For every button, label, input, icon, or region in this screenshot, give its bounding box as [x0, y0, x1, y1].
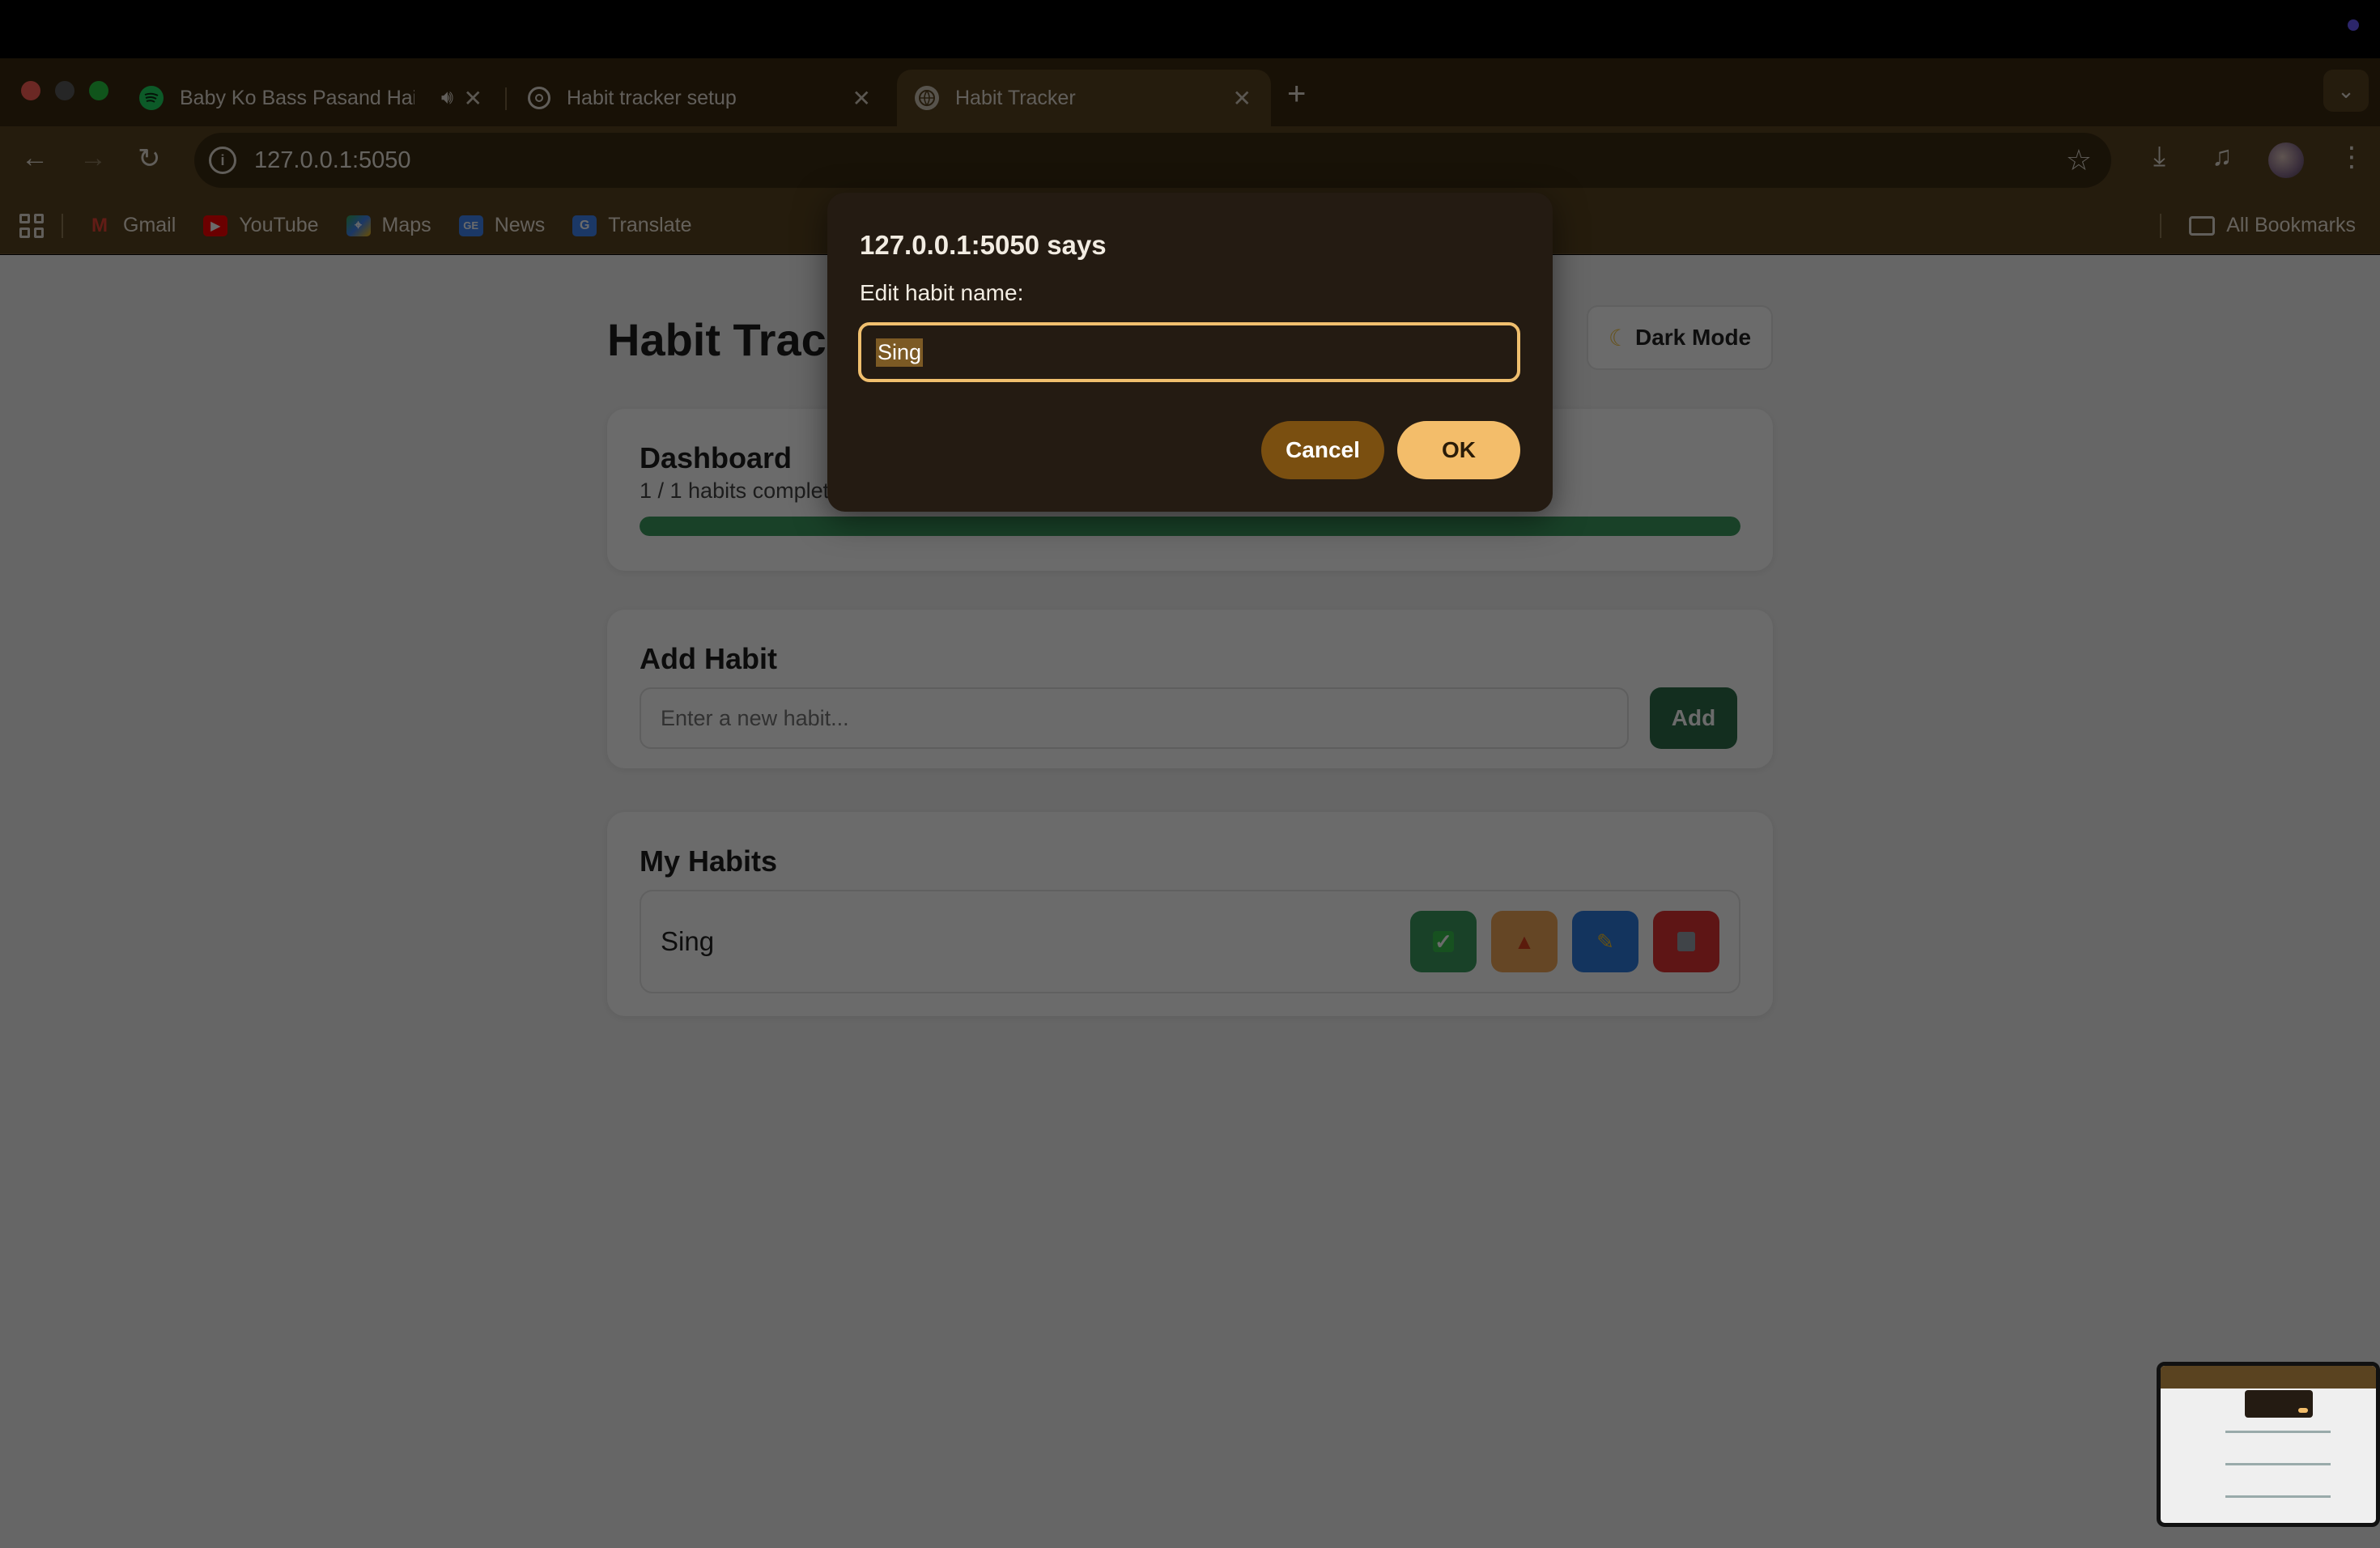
minimize-window-button[interactable]	[55, 81, 74, 100]
dark-mode-label: Dark Mode	[1634, 325, 1752, 350]
back-arrow-icon[interactable]: ←	[21, 142, 49, 174]
bookmark-maps[interactable]: ⌖ Maps	[346, 214, 431, 237]
prompt-dialog: 127.0.0.1:5050 says Edit habit name: Sin…	[827, 193, 1553, 512]
thumbnail-line	[2225, 1463, 2331, 1465]
thumbnail-line	[2225, 1431, 2331, 1433]
close-window-button[interactable]	[21, 81, 40, 100]
news-icon: GE	[458, 215, 483, 236]
site-info-icon[interactable]: i	[209, 147, 236, 174]
reload-icon[interactable]: ↻	[138, 142, 161, 175]
address-bar[interactable]: i 127.0.0.1:5050 ☆	[194, 133, 2111, 188]
thumbnail-line	[2225, 1495, 2331, 1498]
new-tab-icon[interactable]: +	[1287, 76, 1306, 113]
apps-grid-icon[interactable]	[19, 213, 44, 238]
fire-icon: ▲	[1514, 929, 1535, 954]
download-icon[interactable]: ⤓	[2153, 141, 2165, 172]
all-bookmarks-label: All Bookmarks	[2226, 214, 2356, 236]
progress-fill	[640, 517, 1740, 536]
maximize-window-button[interactable]	[89, 81, 108, 100]
menu-kebab-icon[interactable]: ⋮	[2338, 141, 2365, 173]
add-habit-button[interactable]: Add	[1650, 687, 1737, 749]
tab-title: Habit tracker setup	[567, 86, 737, 109]
bookmark-star-icon[interactable]: ☆	[2066, 143, 2092, 177]
browser-toolbar: ← → ↻ i 127.0.0.1:5050 ☆ ⤓ ♫ ⋮	[0, 126, 2380, 198]
cancel-button[interactable]: Cancel	[1261, 421, 1384, 479]
tab-spotify[interactable]: Baby Ko Bass Pasand Hai 🔊︎ ✕	[121, 70, 502, 126]
translate-icon: G	[572, 215, 597, 236]
globe-icon	[915, 86, 939, 110]
habit-row: Sing ✓ ▲ ✎	[640, 890, 1740, 993]
url-text: 127.0.0.1:5050	[254, 147, 411, 173]
all-bookmarks-button[interactable]: All Bookmarks	[2189, 214, 2356, 237]
tab-title: Habit Tracker	[955, 86, 1076, 109]
tab-search-button[interactable]: ⌄	[2323, 70, 2369, 112]
youtube-icon: ▶	[203, 215, 228, 236]
tab-separator	[505, 87, 507, 110]
thumbnail-toolbar	[2161, 1366, 2376, 1389]
bookmark-translate[interactable]: G Translate	[572, 214, 692, 237]
edit-habit-button[interactable]: ✎	[1572, 911, 1638, 972]
bookmark-label: Translate	[608, 214, 692, 236]
my-habits-card: My Habits Sing ✓ ▲ ✎	[607, 812, 1773, 1016]
folder-icon	[2189, 215, 2216, 236]
add-habit-row: Add	[640, 687, 1740, 749]
add-habit-heading: Add Habit	[640, 642, 777, 675]
close-tab-icon[interactable]: ✕	[464, 85, 482, 112]
bookmark-separator	[2160, 213, 2161, 238]
moon-icon: ☾	[1608, 325, 1629, 351]
new-habit-input[interactable]	[640, 687, 1629, 749]
habit-name: Sing	[661, 926, 715, 956]
add-habit-card: Add Habit Add	[607, 610, 1773, 768]
openai-icon	[528, 87, 550, 109]
gmail-icon: M	[91, 214, 108, 236]
check-icon: ✓	[1433, 931, 1454, 952]
habit-name-input-value: Sing	[876, 338, 924, 367]
forward-arrow-icon[interactable]: →	[79, 142, 107, 174]
dark-mode-button[interactable]: ☾ Dark Mode	[1587, 305, 1773, 370]
os-menu-bar	[0, 0, 2380, 58]
maps-icon: ⌖	[346, 215, 371, 236]
close-tab-icon[interactable]: ✕	[852, 85, 871, 112]
thumbnail-ok	[2298, 1408, 2308, 1413]
screenshot-thumbnail[interactable]	[2157, 1362, 2380, 1527]
bookmark-label: News	[494, 214, 546, 236]
streak-habit-button[interactable]: ▲	[1491, 911, 1558, 972]
media-control-icon[interactable]: ♫	[2212, 141, 2233, 172]
tab-habit-tracker[interactable]: Habit Tracker ✕	[897, 70, 1271, 126]
bookmark-youtube[interactable]: ▶ YouTube	[203, 214, 319, 237]
status-indicator-icon	[2348, 19, 2359, 31]
bookmark-label: Maps	[381, 214, 431, 236]
delete-habit-button[interactable]	[1653, 911, 1719, 972]
speaker-icon[interactable]: 🔊︎	[441, 87, 453, 109]
profile-avatar[interactable]	[2268, 142, 2304, 178]
habit-name-input[interactable]: Sing	[858, 322, 1520, 382]
bookmark-label: YouTube	[239, 214, 319, 236]
tab-title: Baby Ko Bass Pasand Hai	[180, 86, 414, 109]
bookmark-label: Gmail	[123, 214, 176, 236]
ok-button[interactable]: OK	[1397, 421, 1520, 479]
bookmark-news[interactable]: GE News	[458, 214, 546, 237]
browser-tab-strip: Baby Ko Bass Pasand Hai 🔊︎ ✕ Habit track…	[0, 58, 2380, 126]
dialog-title: 127.0.0.1:5050 says	[860, 230, 1107, 260]
progress-bar	[640, 517, 1740, 536]
trash-icon	[1677, 932, 1695, 951]
bookmark-gmail[interactable]: M Gmail	[87, 214, 176, 237]
spotify-icon	[139, 86, 164, 110]
thumbnail-dialog	[2245, 1390, 2313, 1418]
tab-habit-tracker-setup[interactable]: Habit tracker setup ✕	[510, 70, 890, 126]
chevron-down-icon: ⌄	[2337, 78, 2355, 103]
my-habits-heading: My Habits	[640, 844, 778, 878]
pencil-icon: ✎	[1596, 929, 1614, 954]
complete-habit-button[interactable]: ✓	[1410, 911, 1477, 972]
dialog-message: Edit habit name:	[860, 280, 1024, 305]
window-controls	[21, 81, 108, 100]
habit-actions: ✓ ▲ ✎	[1410, 911, 1719, 972]
close-tab-icon[interactable]: ✕	[1233, 85, 1252, 112]
bookmark-separator	[62, 213, 63, 238]
